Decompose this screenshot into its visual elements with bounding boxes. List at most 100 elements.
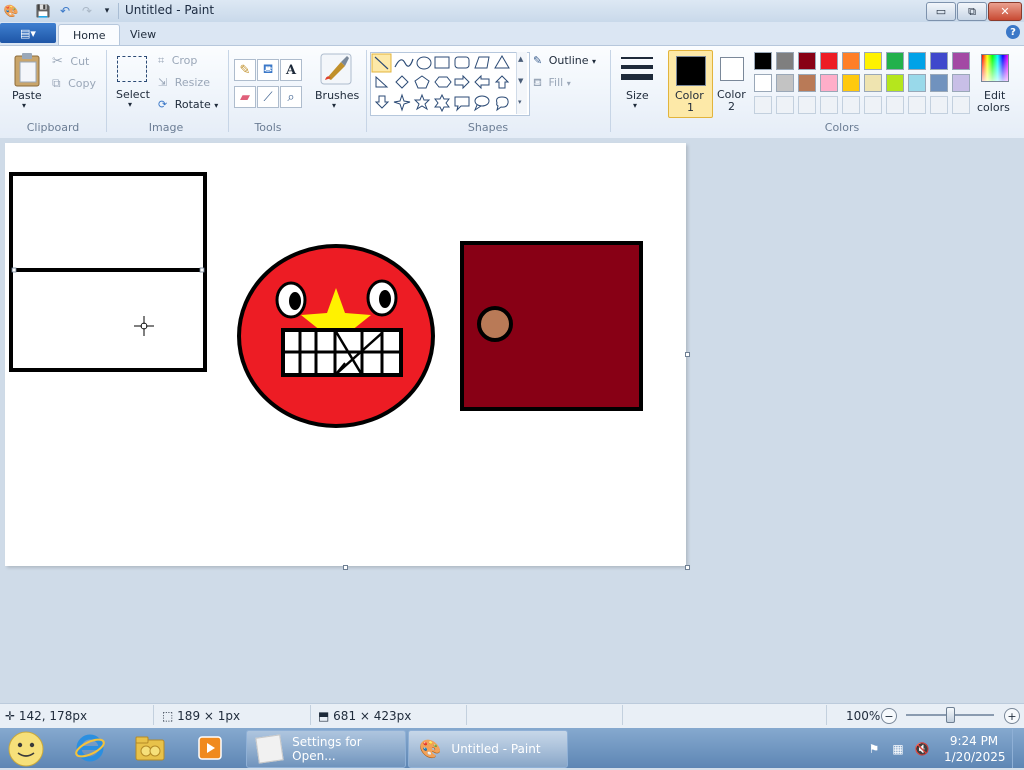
palette-swatch[interactable] [776, 74, 794, 92]
palette-swatch[interactable] [820, 74, 838, 92]
taskbar-task-paint[interactable]: 🎨 Untitled - Paint [408, 730, 568, 768]
shape-rect-callout[interactable] [454, 96, 470, 112]
shapes-gallery-scroll[interactable]: ▲ ▼ ▾ [516, 52, 527, 114]
shape-pentagon[interactable] [414, 75, 430, 89]
rotate-button[interactable]: ⟳ Rotate ▾ [158, 98, 218, 111]
custom-color-slot[interactable] [930, 96, 948, 114]
shape-oval[interactable] [416, 56, 432, 70]
palette-swatch[interactable] [754, 52, 772, 70]
paint-app-icon[interactable]: 🎨 [2, 2, 20, 20]
custom-color-slot[interactable] [908, 96, 926, 114]
palette-swatch[interactable] [864, 74, 882, 92]
palette-swatch[interactable] [864, 52, 882, 70]
maximize-button[interactable]: ⧉ [957, 2, 987, 21]
palette-swatch[interactable] [776, 52, 794, 70]
palette-swatch[interactable] [886, 74, 904, 92]
taskbar-media-player[interactable] [190, 730, 230, 766]
minimize-button[interactable]: ▭ [926, 2, 956, 21]
palette-swatch[interactable] [798, 74, 816, 92]
shape-rounded-rectangle[interactable] [454, 56, 470, 69]
shape-five-point-star[interactable] [413, 93, 431, 111]
color1-button[interactable]: Color 1 [668, 50, 713, 118]
tab-home[interactable]: Home [58, 24, 121, 46]
magnifier-icon[interactable]: ⌕ [280, 86, 302, 108]
shape-triangle[interactable] [494, 55, 510, 69]
paint-menu-button[interactable]: ▤▾ [0, 23, 56, 43]
system-clock[interactable]: 9:24 PM 1/20/2025 [944, 733, 1006, 765]
start-button[interactable] [4, 729, 48, 767]
shape-hexagon[interactable] [434, 76, 452, 88]
text-tool-icon[interactable]: A [280, 59, 302, 81]
shape-curve[interactable] [394, 58, 414, 68]
line-end-handle[interactable] [199, 267, 205, 273]
palette-swatch[interactable] [754, 74, 772, 92]
custom-color-slot[interactable] [820, 96, 838, 114]
custom-color-slot[interactable] [842, 96, 860, 114]
help-icon[interactable]: ? [1006, 25, 1020, 39]
size-button[interactable]: Size ▾ [616, 52, 658, 114]
edit-colors-button[interactable]: Edit colors [976, 52, 1014, 114]
show-desktop-button[interactable] [1012, 729, 1024, 768]
canvas-resize-handle-right[interactable] [685, 352, 690, 357]
undo-icon[interactable]: ↶ [56, 2, 74, 20]
custom-color-slot[interactable] [886, 96, 904, 114]
scroll-up-icon[interactable]: ▲ [518, 55, 523, 63]
scroll-down-icon[interactable]: ▼ [518, 77, 523, 85]
action-center-icon[interactable]: ⚑ [866, 741, 882, 757]
crop-button[interactable]: ⌗ Crop [158, 54, 197, 68]
shape-oval-callout[interactable] [474, 95, 490, 107]
color2-button[interactable]: Color 2 [714, 50, 752, 116]
cut-button[interactable]: ✂ Cut [52, 54, 89, 69]
shape-six-point-star[interactable] [434, 93, 450, 113]
palette-swatch[interactable] [930, 74, 948, 92]
paste-button[interactable]: Paste ▾ [8, 52, 46, 114]
eraser-icon[interactable]: ▰ [234, 86, 256, 108]
fill-button[interactable]: ⛾ Fill ▾ [533, 76, 571, 91]
copy-button[interactable]: ⧉ Copy [52, 76, 96, 91]
custom-color-slot[interactable] [776, 96, 794, 114]
palette-swatch[interactable] [952, 74, 970, 92]
palette-swatch[interactable] [908, 52, 926, 70]
custom-color-slot[interactable] [864, 96, 882, 114]
line-start-handle[interactable] [11, 267, 17, 273]
palette-swatch[interactable] [886, 52, 904, 70]
volume-muted-icon[interactable]: 🔇 [914, 741, 930, 757]
palette-swatch[interactable] [952, 52, 970, 70]
zoom-out-button[interactable]: − [881, 708, 897, 724]
taskbar-task-settings[interactable]: Settings for Open... [246, 730, 406, 768]
brushes-button[interactable]: Brushes ▾ [312, 52, 360, 114]
shape-four-point-star[interactable] [393, 93, 411, 112]
zoom-slider-thumb[interactable] [946, 707, 955, 723]
shape-right-triangle[interactable] [375, 75, 389, 88]
taskbar-explorer[interactable] [130, 730, 170, 766]
customize-quick-access-icon[interactable]: ▾ [98, 2, 116, 20]
shape-diamond[interactable] [395, 75, 409, 89]
select-button[interactable]: Select ▾ [114, 54, 150, 114]
tab-view[interactable]: View [116, 24, 170, 45]
resize-button[interactable]: ⇲ Resize [158, 76, 210, 89]
shape-cloud-callout[interactable] [496, 96, 509, 112]
shape-left-arrow[interactable] [474, 74, 490, 90]
palette-swatch[interactable] [930, 52, 948, 70]
outline-button[interactable]: ✎ Outline ▾ [533, 54, 596, 67]
shape-rectangle[interactable] [434, 56, 450, 69]
custom-color-slot[interactable] [798, 96, 816, 114]
shape-up-arrow[interactable] [494, 75, 510, 89]
gallery-more-icon[interactable]: ▾ [518, 98, 522, 106]
close-button[interactable]: ✕ [988, 2, 1022, 21]
palette-swatch[interactable] [842, 52, 860, 70]
palette-swatch[interactable] [908, 74, 926, 92]
fill-bucket-icon[interactable]: ⛾ [257, 59, 279, 81]
palette-swatch[interactable] [820, 52, 838, 70]
pencil-icon[interactable]: ✎ [234, 59, 256, 81]
color-picker-icon[interactable]: ⟋ [257, 86, 279, 108]
canvas-resize-handle-corner[interactable] [685, 565, 690, 570]
custom-color-slot[interactable] [952, 96, 970, 114]
shapes-gallery[interactable] [370, 52, 530, 116]
palette-swatch[interactable] [798, 52, 816, 70]
save-quick-icon[interactable]: 💾 [34, 2, 52, 20]
taskbar-internet-explorer[interactable] [70, 730, 110, 766]
shape-down-arrow[interactable] [374, 95, 390, 109]
shape-polygon[interactable] [474, 56, 490, 69]
network-icon[interactable]: ▦ [890, 741, 906, 757]
